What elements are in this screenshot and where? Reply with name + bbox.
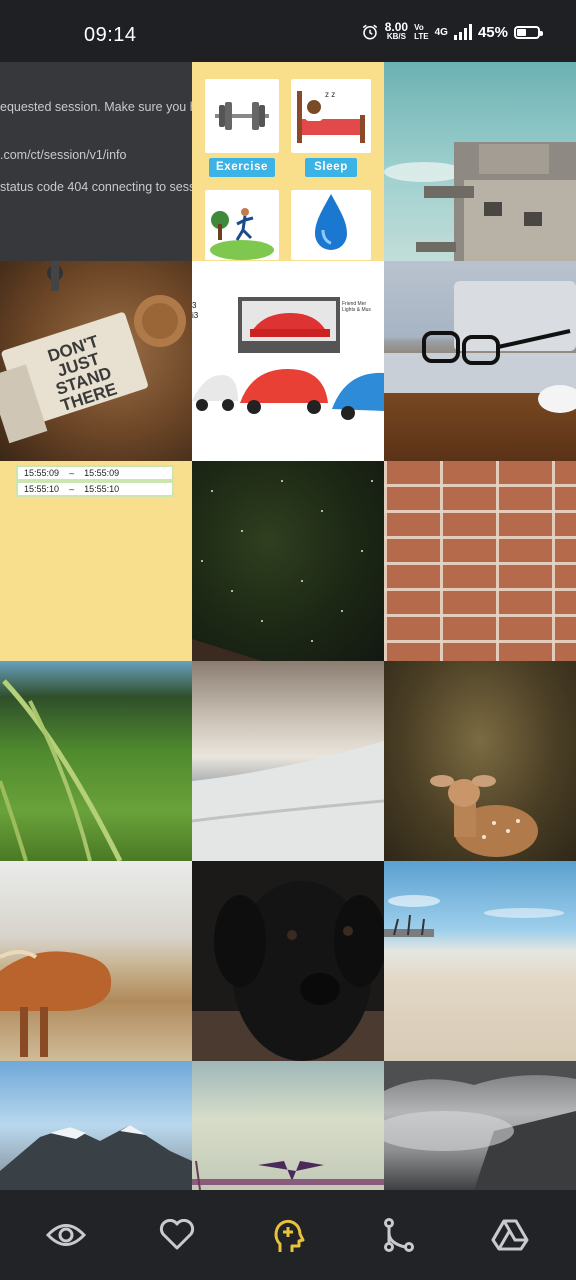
image-grid: equested session. Make sure you have .co…	[0, 62, 576, 1190]
tile-time-list[interactable]: 15:55:09 – 15:55:09 15:55:10 – 15:55:10	[0, 461, 192, 661]
mountain-image	[0, 1125, 192, 1190]
deer-image	[430, 775, 538, 857]
bunker-image	[384, 142, 576, 261]
tile-grass[interactable]	[0, 661, 192, 861]
svg-text:z z: z z	[325, 90, 335, 99]
runner-icon	[210, 208, 274, 260]
time-row-2: 15:55:10 – 15:55:10	[16, 481, 174, 497]
heart-icon	[159, 1219, 194, 1250]
net-speed-unit: KB/S	[386, 32, 406, 41]
tile-habit-icons[interactable]: z z Exercise Sleep	[192, 62, 384, 261]
battery-percent: 45%	[477, 23, 508, 41]
status-time: 09:14	[84, 24, 137, 46]
box-side-1: 3	[192, 301, 197, 310]
box-caption-2: Lights & Mus	[342, 307, 371, 313]
time-row-2-end: 15:55:10	[84, 484, 120, 494]
bed-icon: z z	[297, 90, 365, 143]
eye-icon	[45, 1224, 86, 1246]
stars-image	[192, 480, 373, 661]
tile-highland-cow[interactable]	[0, 861, 192, 1061]
tile-deer[interactable]	[384, 661, 576, 861]
grass-image	[0, 679, 123, 861]
dumbbell-icon	[215, 102, 269, 130]
battery-icon	[514, 25, 543, 39]
status-bar: 09:14 8.00 KB/S Vo LTE 4G 45%	[0, 0, 576, 62]
nav-favorites[interactable]	[147, 1205, 207, 1265]
time-row-1: 15:55:09 – 15:55:09	[16, 465, 174, 481]
tile-desk-glasses[interactable]	[384, 261, 576, 461]
volte-indicator: Vo LTE	[414, 23, 429, 41]
tile-error-screenshot[interactable]: equested session. Make sure you have .co…	[0, 62, 192, 261]
tile-sea-bird[interactable]	[192, 1061, 384, 1190]
cars-image	[192, 297, 384, 420]
dumbbell-card	[205, 79, 279, 153]
sea-image	[192, 1160, 384, 1190]
beach-image	[384, 895, 564, 937]
bottom-navigation	[0, 1190, 576, 1280]
nav-ideas[interactable]	[258, 1205, 318, 1265]
alarm-icon	[362, 24, 377, 40]
error-line-1: equested session. Make sure you have	[0, 100, 192, 114]
tile-black-dog[interactable]	[192, 861, 384, 1061]
tile-brick-wall[interactable]	[384, 461, 576, 661]
net-speed-value: 8.00	[384, 20, 409, 34]
nav-branches[interactable]	[369, 1205, 429, 1265]
branch-icon	[384, 1218, 415, 1252]
tile-snowy-mountain[interactable]	[0, 1061, 192, 1190]
snow-image	[192, 741, 384, 861]
time-row-1-start: 15:55:09	[24, 468, 60, 478]
dog-image	[192, 881, 384, 1061]
exercise-label[interactable]: Exercise	[209, 158, 275, 177]
volte-bottom: LTE	[414, 32, 429, 41]
error-line-3: status code 404 connecting to sessio	[0, 180, 192, 194]
tile-beach[interactable]	[384, 861, 576, 1061]
cow-image	[0, 950, 112, 1057]
time-row-2-sep: –	[69, 484, 75, 494]
water-drop-icon	[315, 194, 347, 250]
tile-stamp-photo[interactable]: DON'T JUST STAND THERE	[0, 261, 192, 461]
box-side-text: 3 i3	[192, 301, 198, 321]
net-speed: 8.00 KB/S	[384, 20, 409, 42]
volte-top: Vo	[414, 23, 424, 32]
desk-image	[384, 281, 576, 413]
fog-image	[384, 1061, 576, 1190]
network-type: 4G	[434, 26, 448, 38]
box-caption: Friend Mer Lights & Mus	[342, 301, 371, 313]
time-row-2-start: 15:55:10	[24, 484, 60, 494]
nav-watch[interactable]	[36, 1205, 96, 1265]
time-row-1-end: 15:55:09	[84, 468, 120, 478]
sleep-card: z z	[291, 79, 371, 153]
tile-foggy-forest[interactable]	[384, 1061, 576, 1190]
signal-icon	[453, 24, 472, 40]
tile-toy-cars[interactable]: Friend Mer Lights & Mus 3 i3	[192, 261, 384, 461]
drive-icon	[491, 1219, 529, 1251]
head-plus-icon	[274, 1219, 305, 1252]
tile-snow-dunes[interactable]	[192, 661, 384, 861]
status-icons: 8.00 KB/S Vo LTE 4G 45%	[361, 20, 543, 42]
time-row-1-sep: –	[69, 468, 75, 478]
box-side-2: i3	[192, 311, 199, 320]
nav-drive[interactable]	[480, 1205, 540, 1265]
sleep-label[interactable]: Sleep	[305, 158, 357, 177]
running-card	[205, 190, 279, 260]
water-card	[291, 190, 371, 260]
tile-bunker-photo[interactable]	[384, 62, 576, 261]
error-line-2: .com/ct/session/v1/info	[0, 148, 127, 162]
tile-night-sky[interactable]	[192, 461, 384, 661]
